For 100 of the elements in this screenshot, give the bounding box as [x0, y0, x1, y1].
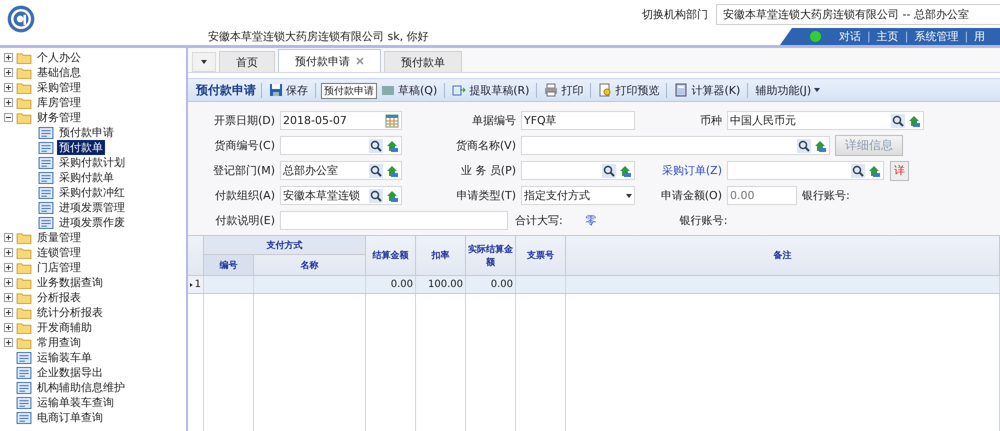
search-icon[interactable]	[369, 188, 383, 202]
expand-icon[interactable]	[4, 248, 13, 257]
tree-item[interactable]: 开发商辅助	[35, 320, 94, 335]
tree-item[interactable]: 基础信息	[35, 65, 83, 80]
select-field[interactable]: 指定支付方式	[521, 186, 635, 205]
nav-link[interactable]: 用	[974, 29, 986, 44]
status-dot-icon	[810, 31, 821, 42]
nav-link[interactable]: 系统管理	[914, 29, 958, 44]
expand-icon[interactable]	[4, 338, 13, 347]
tab[interactable]: 预付款单	[384, 51, 462, 72]
toolbar-button[interactable]: 提取草稿(R)	[450, 82, 532, 98]
toolbar-button[interactable]: 打印预览	[596, 82, 662, 98]
tree-item[interactable]: 采购付款计划	[57, 155, 127, 170]
date-field[interactable]: 2018-05-07	[280, 111, 402, 130]
nav-link[interactable]: 对话	[839, 29, 861, 44]
lookup-field[interactable]	[727, 161, 884, 180]
form-icon	[38, 172, 54, 184]
tree-item[interactable]: 电商订单查询	[35, 410, 105, 425]
tab[interactable]: 首页	[219, 51, 275, 72]
expand-icon[interactable]	[4, 68, 13, 77]
detail-button[interactable]: 详	[890, 160, 909, 180]
department-switch-field[interactable]: 安徽本草堂连锁大药房连锁有限公司 -- 总部办公室	[716, 4, 1000, 25]
lookup-field[interactable]: 总部办公室	[280, 161, 402, 180]
expand-icon[interactable]	[4, 293, 13, 302]
toolbar-button[interactable]: 草稿(Q)	[379, 82, 440, 98]
purchase-order-link[interactable]: 采购订单(Z)	[635, 163, 727, 178]
expand-icon[interactable]	[4, 53, 13, 62]
tree-item[interactable]: 统计分析报表	[35, 305, 105, 320]
current-row-icon	[190, 282, 193, 288]
tree-item[interactable]: 运输单装车查询	[35, 395, 116, 410]
collapse-icon[interactable]	[4, 113, 13, 122]
folder-icon	[16, 322, 32, 334]
tree-item[interactable]: 质量管理	[35, 230, 83, 245]
input-field[interactable]	[280, 211, 508, 230]
tree-item[interactable]: 库房管理	[35, 95, 83, 110]
input-field[interactable]: YFQ草	[521, 111, 635, 130]
expand-icon[interactable]	[4, 263, 13, 272]
lookup-field[interactable]: 中国人民币元	[727, 111, 924, 130]
close-icon[interactable]	[356, 57, 364, 65]
tree-item[interactable]: 采购付款单	[57, 170, 116, 185]
toolbar-button[interactable]: 保存	[267, 82, 310, 98]
tree-item[interactable]: 门店管理	[35, 260, 83, 275]
amount-field[interactable]: 0.00	[727, 186, 797, 205]
logo-icon	[6, 4, 36, 34]
expand-icon[interactable]	[4, 83, 13, 92]
tree-item[interactable]: 预付款申请	[57, 125, 116, 140]
form-icon	[16, 366, 32, 378]
expand-icon[interactable]	[4, 233, 13, 242]
upload-icon[interactable]	[385, 188, 399, 202]
search-icon[interactable]	[369, 164, 383, 178]
tree-item[interactable]: 采购付款冲红	[57, 185, 127, 200]
calendar-icon[interactable]	[385, 114, 399, 128]
toolbar-button[interactable]: 打印	[542, 82, 586, 98]
search-icon[interactable]	[602, 164, 616, 178]
upload-icon[interactable]	[907, 114, 921, 128]
tree-item[interactable]: 运输装车单	[35, 350, 94, 365]
expand-icon[interactable]	[4, 323, 13, 332]
upload-icon[interactable]	[385, 138, 399, 152]
expand-icon[interactable]	[4, 308, 13, 317]
tree-item[interactable]: 机构辅助信息维护	[35, 380, 127, 395]
row-header[interactable]: 1	[188, 276, 204, 293]
tree-item[interactable]: 财务管理	[35, 110, 83, 125]
tree-item[interactable]: 常用查询	[35, 335, 83, 350]
lookup-field[interactable]	[521, 136, 830, 155]
tree-item[interactable]: 企业数据导出	[35, 365, 105, 380]
tree-item[interactable]: 进项发票管理	[57, 200, 127, 215]
tree-item[interactable]: 采购管理	[35, 80, 83, 95]
folder-icon	[16, 82, 32, 94]
nav-link[interactable]: 主页	[876, 29, 899, 44]
tree-item[interactable]: 分析报表	[35, 290, 83, 305]
nav-separator: |	[964, 30, 968, 43]
lookup-field[interactable]: 安徽本草堂连锁	[280, 186, 402, 205]
folder-icon	[16, 246, 32, 258]
lookup-field[interactable]	[280, 136, 402, 155]
form-icon	[16, 412, 32, 424]
tree-item[interactable]: 连锁管理	[35, 245, 83, 260]
upload-icon[interactable]	[618, 164, 632, 178]
table-cell: 0.00	[366, 276, 416, 293]
tree-item[interactable]: 进项发票作废	[57, 215, 127, 230]
tab-menu-button[interactable]	[192, 52, 216, 72]
tree-item[interactable]: 个人办公	[35, 50, 83, 65]
tab[interactable]: 预付款申请	[278, 49, 381, 72]
search-icon[interactable]	[369, 138, 383, 152]
lookup-field[interactable]	[521, 161, 635, 180]
tree-item[interactable]: 业务数据查询	[35, 275, 105, 290]
tree-item[interactable]: 预付款单	[57, 140, 105, 155]
nav-separator: |	[867, 30, 871, 43]
upload-icon[interactable]	[385, 164, 399, 178]
expand-icon[interactable]	[4, 98, 13, 107]
search-icon[interactable]	[797, 138, 811, 152]
upload-icon[interactable]	[867, 164, 881, 178]
search-icon[interactable]	[851, 164, 865, 178]
column-header[interactable]: 编号	[204, 255, 254, 275]
search-icon[interactable]	[891, 114, 905, 128]
toolbar-button[interactable]: 计算器(K)	[672, 82, 742, 98]
print-preview-icon	[598, 83, 612, 97]
expand-icon[interactable]	[4, 278, 13, 287]
upload-icon[interactable]	[813, 138, 827, 152]
company-user-text: 安徽本草堂连锁大药房连锁有限公司 sk, 你好	[208, 29, 429, 44]
toolbar-button[interactable]: 辅助功能(J)	[753, 82, 822, 98]
